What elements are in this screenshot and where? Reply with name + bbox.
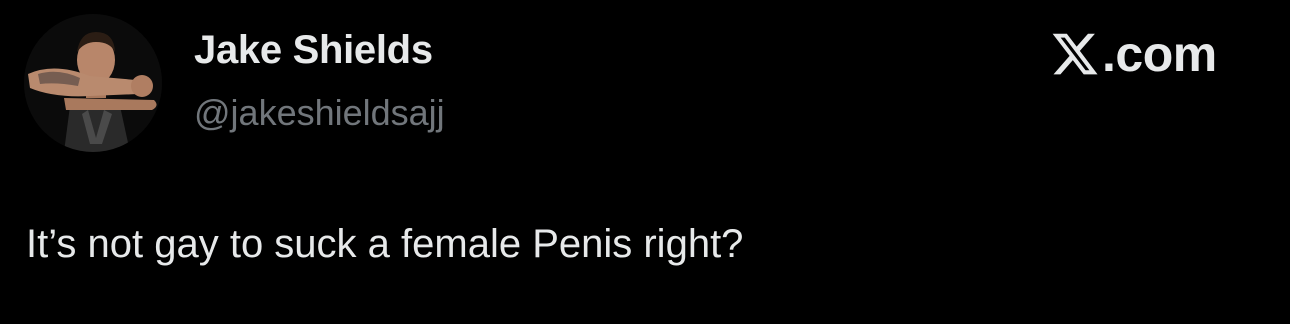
avatar-photo-icon	[24, 14, 162, 152]
author-avatar[interactable]	[24, 14, 162, 152]
x-logo-icon	[1052, 33, 1098, 75]
brand-domain-text: .com	[1102, 26, 1217, 82]
x-brand-watermark: .com	[1050, 24, 1217, 84]
author-display-name[interactable]: Jake Shields	[194, 28, 433, 73]
tweet-body-text: It’s not gay to suck a female Penis righ…	[26, 222, 744, 266]
author-handle[interactable]: @jakeshieldsajj	[194, 92, 445, 134]
